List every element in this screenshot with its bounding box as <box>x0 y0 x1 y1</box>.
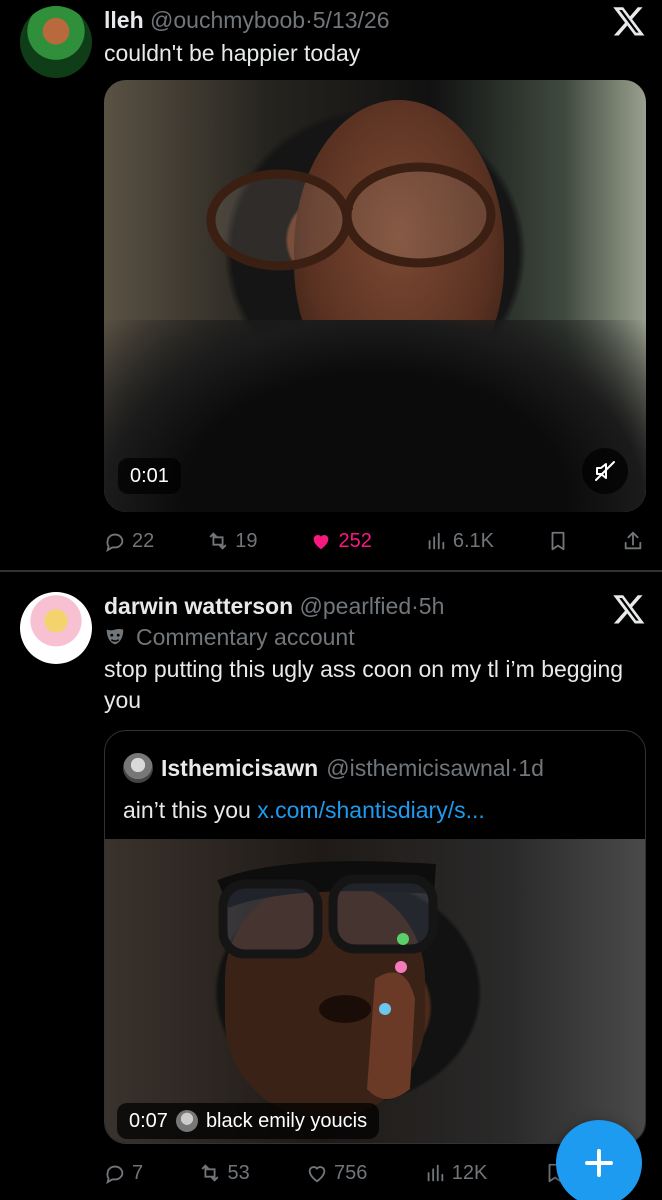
like-icon <box>314 535 329 550</box>
mute-icon <box>595 461 615 481</box>
handle[interactable]: @pearlfied <box>300 593 412 619</box>
tweet-text: couldn't be happier today <box>104 40 361 66</box>
views-button[interactable]: 6.1K <box>425 530 494 553</box>
tweet[interactable]: darwin watterson @pearlfied·5h Commentar… <box>0 572 662 1200</box>
quote-header: Isthemicisawn @isthemicisawnal·1d <box>123 753 544 783</box>
video-duration: 0:07 black emily youcis <box>117 1103 380 1139</box>
repost-button[interactable]: 19 <box>207 530 257 553</box>
repost-count: 53 <box>227 1161 250 1184</box>
share-icon <box>624 531 642 550</box>
video-duration: 0:01 <box>118 458 181 494</box>
glasses-shape <box>217 861 438 1119</box>
tweet[interactable]: lleh @ouchmyboob·5/13/26 couldn't be hap… <box>0 0 662 570</box>
bookmark-icon <box>551 531 565 551</box>
quote-text: ain’t this you x.com/shantisdiary/s... <box>123 795 485 825</box>
like-button[interactable]: 252 <box>310 529 372 553</box>
account-label-text: Commentary account <box>136 624 355 650</box>
reply-count: 7 <box>132 1161 144 1184</box>
repost-icon <box>202 1164 219 1182</box>
bookmark-button[interactable] <box>547 530 569 552</box>
separator-dot: · <box>411 593 419 619</box>
plus-icon <box>585 1149 613 1177</box>
like-count: 252 <box>338 529 372 552</box>
tweet-text: stop putting this ugly ass coon on my tl… <box>104 656 624 713</box>
tweet-header: lleh @ouchmyboob·5/13/26 <box>104 6 390 34</box>
quote-avatar[interactable] <box>123 753 153 783</box>
reply-icon <box>106 1165 124 1184</box>
view-count: 12K <box>451 1161 488 1184</box>
like-count: 756 <box>334 1161 368 1184</box>
avatar[interactable] <box>20 6 92 78</box>
reply-icon <box>106 533 124 552</box>
separator-dot: · <box>305 7 313 33</box>
like-button[interactable]: 756 <box>306 1162 367 1185</box>
avatar[interactable] <box>20 592 92 664</box>
mask-icon <box>106 628 124 645</box>
handle[interactable]: @ouchmyboob <box>150 7 305 33</box>
views-icon <box>428 532 445 550</box>
timestamp[interactable]: 5h <box>419 593 445 619</box>
video-time: 0:01 <box>130 465 169 487</box>
views-icon <box>427 1164 443 1182</box>
reply-button[interactable]: 7 <box>104 1162 143 1185</box>
account-label[interactable]: Commentary account <box>104 622 355 652</box>
reply-count: 22 <box>132 529 155 552</box>
display-name[interactable]: lleh <box>104 7 144 33</box>
repost-button[interactable]: 53 <box>199 1161 250 1185</box>
views-button[interactable]: 12K <box>424 1161 488 1185</box>
video-player[interactable]: 0:07 black emily youcis <box>105 839 645 1143</box>
video-time: 0:07 <box>129 1110 168 1132</box>
repost-icon <box>209 532 227 550</box>
quote-link[interactable]: x.com/shantisdiary/s... <box>257 797 485 823</box>
video-frame-coat <box>104 320 646 512</box>
repost-count: 19 <box>235 529 258 552</box>
glasses-shape <box>206 162 496 271</box>
quote-display-name[interactable]: Isthemicisawn <box>161 754 318 782</box>
x-logo-icon <box>613 7 645 36</box>
quote-body: ain’t this you <box>123 797 251 823</box>
display-name[interactable]: darwin watterson <box>104 593 293 619</box>
mute-button[interactable] <box>582 448 628 494</box>
video-player[interactable]: 0:01 <box>104 80 646 512</box>
view-count: 6.1K <box>452 529 494 552</box>
action-bar: 22 19 252 6.1K <box>104 526 644 556</box>
timestamp[interactable]: 5/13/26 <box>313 7 390 33</box>
video-user-name[interactable]: black emily youcis <box>206 1103 367 1139</box>
video-user-avatar <box>175 1110 198 1132</box>
like-icon <box>308 1166 326 1183</box>
share-button[interactable] <box>622 530 644 552</box>
quote-tweet[interactable]: Isthemicisawn @isthemicisawnal·1d ain’t … <box>104 730 646 1144</box>
x-logo-icon <box>613 595 645 624</box>
compose-button[interactable] <box>556 1120 642 1200</box>
quote-handle[interactable]: @isthemicisawnal·1d <box>326 754 544 782</box>
reply-button[interactable]: 22 <box>104 530 154 553</box>
tweet-header: darwin watterson @pearlfied·5h <box>104 592 444 620</box>
